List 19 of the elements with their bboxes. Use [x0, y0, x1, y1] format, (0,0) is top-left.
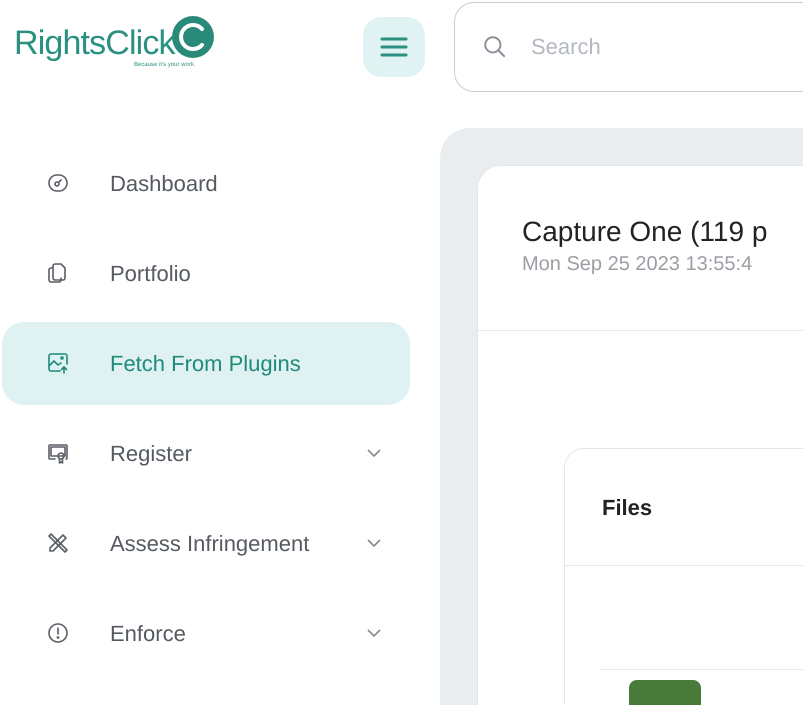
sidebar-item[interactable]: Portfolio	[2, 232, 410, 314]
image-upload-icon	[46, 351, 70, 375]
sidebar-item[interactable]: Enforce	[2, 592, 410, 674]
sidebar-item[interactable]: Register	[2, 412, 410, 494]
certificate-icon	[46, 441, 70, 465]
collection-date: Mon Sep 25 2023 13:55:4	[522, 252, 754, 277]
gauge-icon	[46, 171, 70, 195]
search-icon	[482, 34, 508, 60]
sidebar-item[interactable]: Fetch From Plugins	[2, 322, 410, 404]
pencil-ruler-icon	[46, 531, 70, 555]
alert-icon	[46, 621, 70, 645]
menu-button[interactable]	[363, 17, 425, 77]
search-field[interactable]: Search	[454, 2, 803, 92]
sidebar-item[interactable]: Assess Infringement	[2, 502, 410, 584]
collection-title: Capture One (119 p	[522, 215, 768, 249]
logo-wordmark: RightsClick	[14, 26, 175, 60]
files-title: Files	[602, 494, 652, 522]
sidebar-item[interactable]: Dashboard	[2, 142, 410, 224]
menu-icon	[380, 35, 408, 59]
